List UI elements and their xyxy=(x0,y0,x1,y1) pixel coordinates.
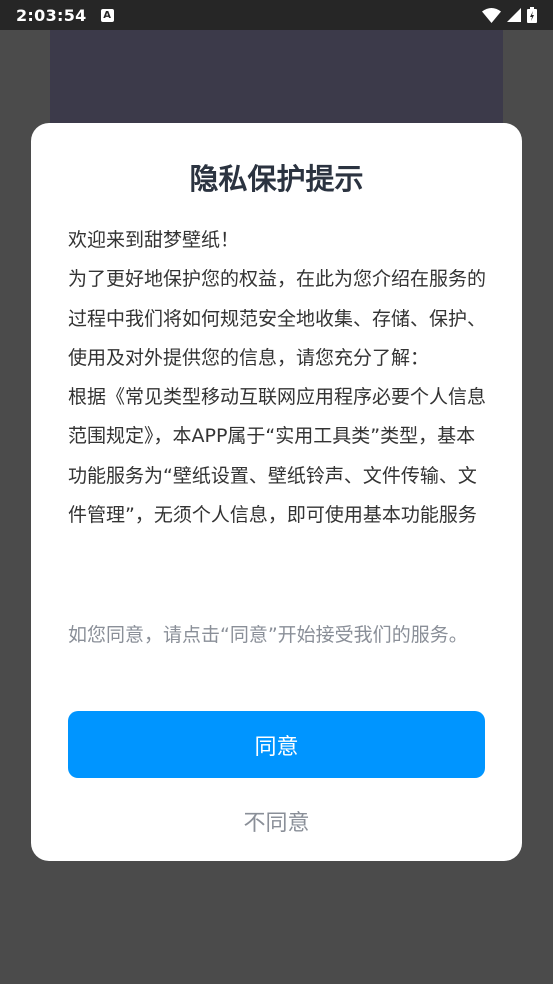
disagree-button-label: 不同意 xyxy=(243,811,310,836)
body-paragraph-regulation: 根据《常见类型移动互联网应用程序必要个人信息范围规定》，本APP属于“实用工具类… xyxy=(68,386,487,527)
body-paragraph-welcome: 欢迎来到甜梦壁纸！ xyxy=(68,229,240,251)
body-paragraph-intro: 为了更好地保护您的权益，在此为您介绍在服务的过程中我们将如何规范安全地收集、存储… xyxy=(68,268,487,369)
wifi-icon xyxy=(482,7,501,23)
status-time: 2:03:54 xyxy=(16,5,87,25)
dialog-body-scroll[interactable]: 欢迎来到甜梦壁纸！ 为了更好地保护您的权益，在此为您介绍在服务的过程中我们将如何… xyxy=(68,221,488,593)
agree-button-label: 同意 xyxy=(254,734,299,760)
dialog-note: 如您同意，请点击“同意”开始接受我们的服务。 xyxy=(68,624,468,646)
a-badge-icon: A xyxy=(100,8,114,22)
agree-button[interactable]: 同意 xyxy=(68,711,485,778)
dialog-title: 隐私保护提示 xyxy=(189,162,364,196)
signal-icon xyxy=(507,8,521,22)
status-icons xyxy=(482,7,537,23)
status-bar: 2:03:54 A xyxy=(0,0,553,30)
disagree-button[interactable]: 不同意 xyxy=(68,797,485,845)
battery-icon xyxy=(527,7,537,23)
privacy-dialog: 隐私保护提示 欢迎来到甜梦壁纸！ 为了更好地保护您的权益，在此为您介绍在服务的过… xyxy=(31,123,522,861)
